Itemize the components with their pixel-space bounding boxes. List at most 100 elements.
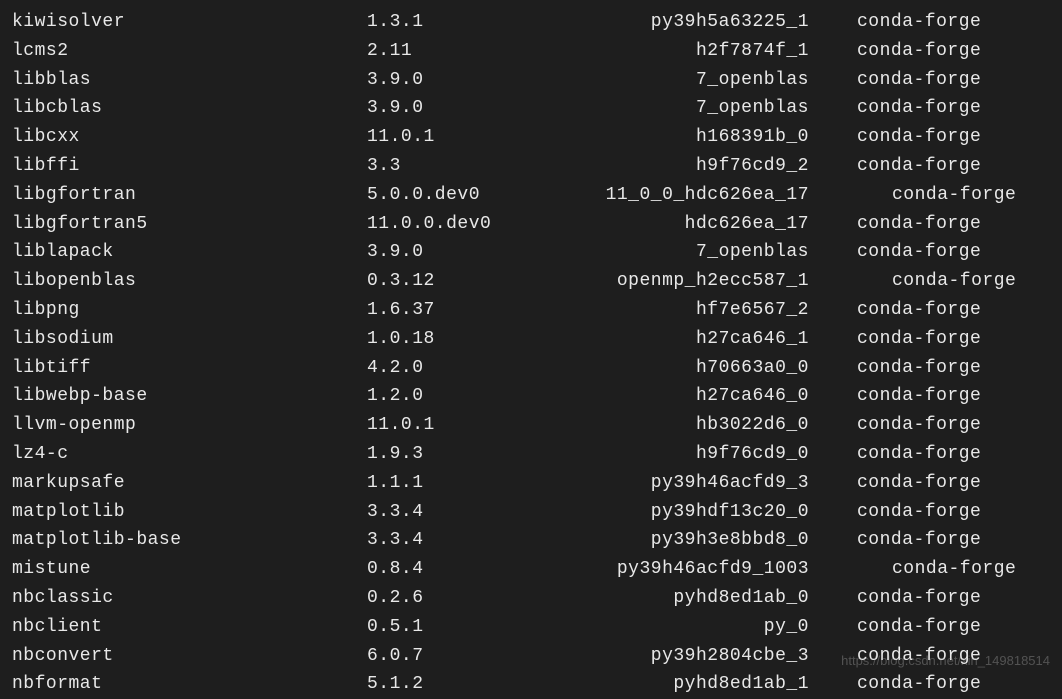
- package-version: 2.11: [367, 37, 527, 66]
- package-row: libopenblas0.3.12openmp_h2ecc587_1conda-…: [12, 267, 1050, 296]
- package-build: hf7e6567_2: [527, 296, 817, 325]
- package-build: h168391b_0: [527, 123, 817, 152]
- package-version: 4.2.0: [367, 354, 527, 383]
- package-version: 3.9.0: [367, 66, 527, 95]
- package-row: libwebp-base1.2.0h27ca646_0conda-forge: [12, 382, 1050, 411]
- package-channel: conda-forge: [817, 37, 981, 66]
- package-name: kiwisolver: [12, 8, 367, 37]
- package-row: libcxx11.0.1h168391b_0conda-forge: [12, 123, 1050, 152]
- package-version: 3.3.4: [367, 526, 527, 555]
- package-build: pyhd8ed1ab_0: [527, 584, 817, 613]
- package-build: 7_openblas: [527, 66, 817, 95]
- package-channel: conda-forge: [817, 267, 1016, 296]
- package-version: 5.1.2: [367, 670, 527, 699]
- package-name: libblas: [12, 66, 367, 95]
- package-name: nbclient: [12, 613, 367, 642]
- package-version: 1.9.3: [367, 440, 527, 469]
- package-row: markupsafe1.1.1py39h46acfd9_3conda-forge: [12, 469, 1050, 498]
- package-name: libtiff: [12, 354, 367, 383]
- package-build: py39h2804cbe_3: [527, 642, 817, 671]
- package-channel: conda-forge: [817, 66, 981, 95]
- package-version: 0.5.1: [367, 613, 527, 642]
- package-name: nbconvert: [12, 642, 367, 671]
- package-version: 0.3.12: [367, 267, 527, 296]
- package-channel: conda-forge: [817, 613, 981, 642]
- package-channel: conda-forge: [817, 469, 981, 498]
- package-name: nbclassic: [12, 584, 367, 613]
- package-row: libgfortran511.0.0.dev0hdc626ea_17conda-…: [12, 210, 1050, 239]
- package-build: h9f76cd9_2: [527, 152, 817, 181]
- package-build: h9f76cd9_0: [527, 440, 817, 469]
- package-channel: conda-forge: [817, 238, 981, 267]
- package-build: py39h5a63225_1: [527, 8, 817, 37]
- package-build: 11_0_0_hdc626ea_17: [527, 181, 817, 210]
- package-row: libsodium1.0.18h27ca646_1conda-forge: [12, 325, 1050, 354]
- package-name: libgfortran: [12, 181, 367, 210]
- package-version: 3.9.0: [367, 238, 527, 267]
- package-version: 0.2.6: [367, 584, 527, 613]
- package-channel: conda-forge: [817, 325, 981, 354]
- package-name: lcms2: [12, 37, 367, 66]
- package-build: 7_openblas: [527, 238, 817, 267]
- package-channel: conda-forge: [817, 670, 981, 699]
- package-row: libffi3.3h9f76cd9_2conda-forge: [12, 152, 1050, 181]
- package-row: mistune0.8.4py39h46acfd9_1003conda-forge: [12, 555, 1050, 584]
- package-channel: conda-forge: [817, 354, 981, 383]
- package-row: kiwisolver1.3.1py39h5a63225_1conda-forge: [12, 8, 1050, 37]
- package-build: py_0: [527, 613, 817, 642]
- package-version: 11.0.1: [367, 411, 527, 440]
- package-channel: conda-forge: [817, 210, 981, 239]
- package-name: libcxx: [12, 123, 367, 152]
- package-channel: conda-forge: [817, 296, 981, 325]
- package-name: nbformat: [12, 670, 367, 699]
- package-version: 3.3.4: [367, 498, 527, 527]
- package-channel: conda-forge: [817, 181, 1016, 210]
- package-row: nbclient0.5.1py_0conda-forge: [12, 613, 1050, 642]
- package-channel: conda-forge: [817, 526, 981, 555]
- package-channel: conda-forge: [817, 8, 981, 37]
- package-name: libwebp-base: [12, 382, 367, 411]
- package-row: libtiff4.2.0h70663a0_0conda-forge: [12, 354, 1050, 383]
- package-build: py39h3e8bbd8_0: [527, 526, 817, 555]
- package-name: libffi: [12, 152, 367, 181]
- package-version: 3.9.0: [367, 94, 527, 123]
- package-row: libpng1.6.37hf7e6567_2conda-forge: [12, 296, 1050, 325]
- package-build: py39hdf13c20_0: [527, 498, 817, 527]
- package-version: 6.0.7: [367, 642, 527, 671]
- package-row: matplotlib3.3.4py39hdf13c20_0conda-forge: [12, 498, 1050, 527]
- package-row: llvm-openmp11.0.1hb3022d6_0conda-forge: [12, 411, 1050, 440]
- package-row: nbformat5.1.2pyhd8ed1ab_1conda-forge: [12, 670, 1050, 699]
- package-build: pyhd8ed1ab_1: [527, 670, 817, 699]
- package-build: hb3022d6_0: [527, 411, 817, 440]
- package-build: py39h46acfd9_3: [527, 469, 817, 498]
- package-row: libcblas3.9.07_openblasconda-forge: [12, 94, 1050, 123]
- package-version: 1.1.1: [367, 469, 527, 498]
- package-version: 11.0.1: [367, 123, 527, 152]
- package-channel: conda-forge: [817, 123, 981, 152]
- package-name: libopenblas: [12, 267, 367, 296]
- package-channel: conda-forge: [817, 411, 981, 440]
- package-channel: conda-forge: [817, 94, 981, 123]
- package-channel: conda-forge: [817, 152, 981, 181]
- package-row: libblas3.9.07_openblasconda-forge: [12, 66, 1050, 95]
- package-row: lz4-c1.9.3h9f76cd9_0conda-forge: [12, 440, 1050, 469]
- package-list: kiwisolver1.3.1py39h5a63225_1conda-forge…: [12, 8, 1050, 699]
- package-build: py39h46acfd9_1003: [527, 555, 817, 584]
- package-name: llvm-openmp: [12, 411, 367, 440]
- package-name: libgfortran5: [12, 210, 367, 239]
- package-version: 0.8.4: [367, 555, 527, 584]
- package-build: hdc626ea_17: [527, 210, 817, 239]
- package-name: matplotlib: [12, 498, 367, 527]
- package-channel: conda-forge: [817, 440, 981, 469]
- package-build: openmp_h2ecc587_1: [527, 267, 817, 296]
- package-version: 3.3: [367, 152, 527, 181]
- package-row: libgfortran5.0.0.dev011_0_0_hdc626ea_17c…: [12, 181, 1050, 210]
- package-version: 11.0.0.dev0: [367, 210, 527, 239]
- package-version: 1.0.18: [367, 325, 527, 354]
- watermark-text: https://blog.csdn.net/xin_149818514: [841, 651, 1050, 672]
- package-channel: conda-forge: [817, 555, 1016, 584]
- package-name: liblapack: [12, 238, 367, 267]
- package-name: libpng: [12, 296, 367, 325]
- package-build: h70663a0_0: [527, 354, 817, 383]
- package-build: 7_openblas: [527, 94, 817, 123]
